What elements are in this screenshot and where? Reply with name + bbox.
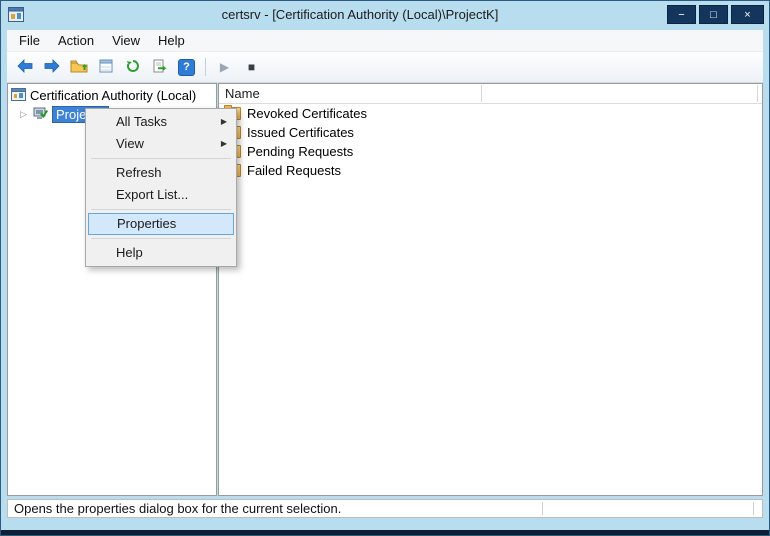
status-bar-divider bbox=[753, 502, 754, 515]
list-item-label: Revoked Certificates bbox=[247, 106, 367, 121]
list-item-issued-certificates[interactable]: Issued Certificates bbox=[219, 123, 762, 142]
list-header: Name bbox=[219, 84, 762, 104]
menu-separator bbox=[88, 206, 234, 213]
window-list-icon bbox=[99, 59, 113, 76]
close-button[interactable]: × bbox=[731, 5, 764, 24]
status-bar: Opens the properties dialog box for the … bbox=[7, 499, 763, 518]
minimize-button[interactable]: − bbox=[667, 5, 696, 24]
column-header-name[interactable]: Name bbox=[225, 86, 260, 101]
title-bar: certsrv - [Certification Authority (Loca… bbox=[1, 1, 769, 30]
back-icon bbox=[16, 58, 33, 76]
list-item-label: Issued Certificates bbox=[247, 125, 354, 140]
menu-item-label: All Tasks bbox=[116, 114, 168, 129]
menu-bar: File Action View Help bbox=[7, 30, 763, 52]
context-menu-item-properties[interactable]: Properties bbox=[88, 213, 234, 235]
menu-item-label: Properties bbox=[117, 216, 177, 231]
toolbar: ? ▶ ■ bbox=[7, 52, 763, 83]
menu-item-label: View bbox=[116, 136, 144, 151]
ca-server-icon bbox=[33, 107, 49, 123]
column-divider[interactable] bbox=[481, 85, 482, 102]
refresh-button[interactable] bbox=[120, 56, 145, 79]
menu-item-label: Refresh bbox=[116, 165, 162, 180]
forward-icon bbox=[44, 58, 60, 76]
menu-item-label: Help bbox=[116, 245, 143, 260]
stop-service-button[interactable]: ■ bbox=[239, 56, 264, 79]
list-item-failed-requests[interactable]: Failed Requests bbox=[219, 161, 762, 180]
context-menu-item-help[interactable]: Help bbox=[88, 242, 234, 264]
folder-up-button[interactable] bbox=[66, 56, 91, 79]
console-icon bbox=[11, 87, 26, 104]
window: certsrv - [Certification Authority (Loca… bbox=[0, 0, 770, 536]
context-menu: All Tasks ▶ View ▶ Refresh Export List..… bbox=[85, 108, 237, 267]
context-menu-item-view[interactable]: View ▶ bbox=[88, 133, 234, 155]
refresh-icon bbox=[126, 59, 140, 76]
list-item-label: Pending Requests bbox=[247, 144, 354, 159]
expand-arrow-icon[interactable]: ▷ bbox=[18, 109, 29, 120]
menu-file[interactable]: File bbox=[10, 31, 49, 50]
start-service-button[interactable]: ▶ bbox=[212, 56, 237, 79]
window-list-button[interactable] bbox=[93, 56, 118, 79]
window-bottom-edge bbox=[1, 530, 769, 535]
stop-icon: ■ bbox=[247, 60, 256, 74]
tree-item-certification-authority[interactable]: Certification Authority (Local) bbox=[8, 86, 216, 105]
submenu-arrow-icon: ▶ bbox=[220, 117, 227, 126]
menu-item-label: Export List... bbox=[116, 187, 189, 202]
window-title: certsrv - [Certification Authority (Loca… bbox=[221, 7, 499, 22]
menu-action[interactable]: Action bbox=[49, 31, 103, 50]
folder-up-icon bbox=[70, 59, 88, 76]
toolbar-separator bbox=[205, 58, 206, 76]
menu-separator bbox=[88, 155, 234, 162]
list-item-pending-requests[interactable]: Pending Requests bbox=[219, 142, 762, 161]
play-icon: ▶ bbox=[219, 60, 230, 74]
menu-help[interactable]: Help bbox=[149, 31, 194, 50]
export-list-icon bbox=[152, 59, 167, 76]
help-icon: ? bbox=[178, 58, 195, 76]
submenu-arrow-icon: ▶ bbox=[220, 139, 227, 148]
tree-root-label: Certification Authority (Local) bbox=[30, 88, 197, 103]
status-bar-divider bbox=[542, 502, 543, 515]
list-pane: Name Revoked Certificates Issued Certifi… bbox=[218, 83, 763, 496]
context-menu-item-export-list[interactable]: Export List... bbox=[88, 184, 234, 206]
export-list-button[interactable] bbox=[147, 56, 172, 79]
status-text: Opens the properties dialog box for the … bbox=[14, 501, 342, 516]
app-icon[interactable] bbox=[8, 7, 24, 22]
menu-separator bbox=[88, 235, 234, 242]
caption-buttons: − □ × bbox=[667, 5, 764, 24]
menu-view[interactable]: View bbox=[103, 31, 149, 50]
list-item-revoked-certificates[interactable]: Revoked Certificates bbox=[219, 104, 762, 123]
back-button[interactable] bbox=[12, 56, 37, 79]
maximize-button[interactable]: □ bbox=[699, 5, 728, 24]
help-button[interactable]: ? bbox=[174, 56, 199, 79]
context-menu-item-all-tasks[interactable]: All Tasks ▶ bbox=[88, 111, 234, 133]
column-divider[interactable] bbox=[757, 85, 758, 102]
list-item-label: Failed Requests bbox=[247, 163, 341, 178]
context-menu-item-refresh[interactable]: Refresh bbox=[88, 162, 234, 184]
forward-button[interactable] bbox=[39, 56, 64, 79]
